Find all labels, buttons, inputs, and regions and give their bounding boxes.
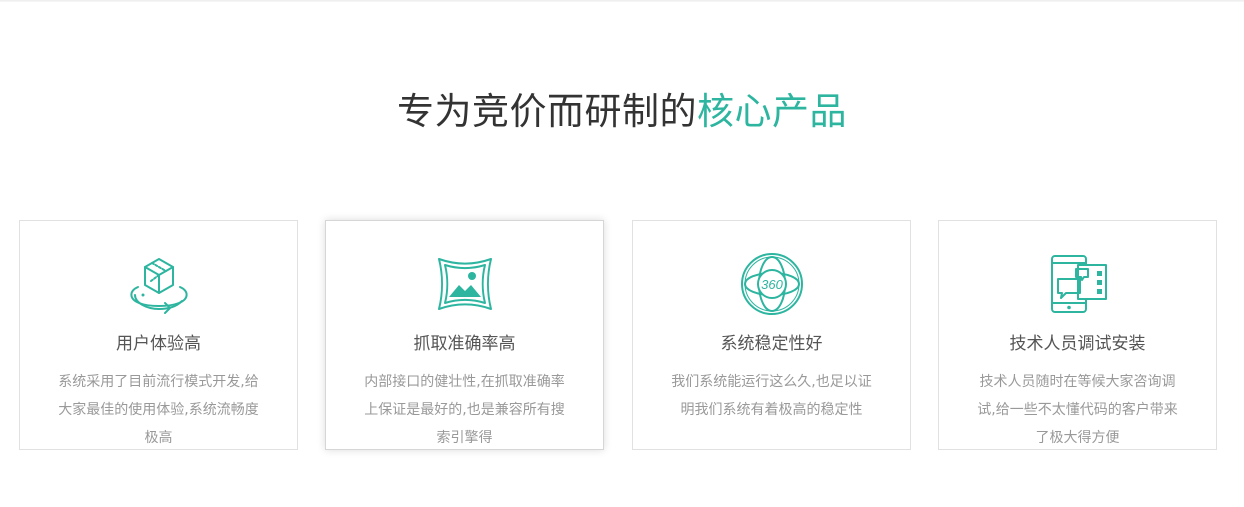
feature-card-user-experience[interactable]: 用户体验高 系统采用了目前流行模式开发,给大家最佳的使用体验,系统流畅度极高 bbox=[19, 220, 298, 450]
section-title-plain: 专为竞价而研制的 bbox=[397, 90, 697, 133]
card-description: 我们系统能运行这么久,也足以证明我们系统有着极高的稳定性 bbox=[671, 374, 872, 418]
360-globe-icon: 360 bbox=[738, 251, 806, 317]
mobile-support-icon bbox=[1044, 251, 1112, 317]
svg-text:360: 360 bbox=[761, 277, 783, 292]
section-title-accent: 核心产品 bbox=[697, 90, 847, 133]
card-title: 系统稳定性好 bbox=[720, 334, 823, 354]
card-title: 抓取准确率高 bbox=[413, 334, 516, 354]
top-divider bbox=[0, 0, 1244, 2]
feature-card-accuracy[interactable]: 抓取准确率高 内部接口的健壮性,在抓取准确率上保证是最好的,也是兼容所有搜索引擎… bbox=[325, 220, 604, 450]
card-title: 技术人员调试安装 bbox=[1009, 334, 1146, 354]
card-description: 技术人员随时在等候大家咨询调试,给一些不太懂代码的客户带来了极大得方便 bbox=[977, 374, 1178, 446]
3d-cube-rotate-icon bbox=[125, 251, 193, 317]
card-title: 用户体验高 bbox=[116, 334, 201, 354]
card-description: 系统采用了目前流行模式开发,给大家最佳的使用体验,系统流畅度极高 bbox=[58, 374, 259, 446]
panorama-image-icon bbox=[431, 251, 499, 317]
feature-card-stability[interactable]: 360 系统稳定性好 我们系统能运行这么久,也足以证明我们系统有着极高的稳定性 bbox=[632, 220, 911, 450]
section-title: 专为竞价而研制的核心产品 bbox=[0, 86, 1244, 138]
feature-card-install-support[interactable]: 技术人员调试安装 技术人员随时在等候大家咨询调试,给一些不太懂代码的客户带来了极… bbox=[938, 220, 1217, 450]
card-description: 内部接口的健壮性,在抓取准确率上保证是最好的,也是兼容所有搜索引擎得 bbox=[364, 374, 565, 446]
